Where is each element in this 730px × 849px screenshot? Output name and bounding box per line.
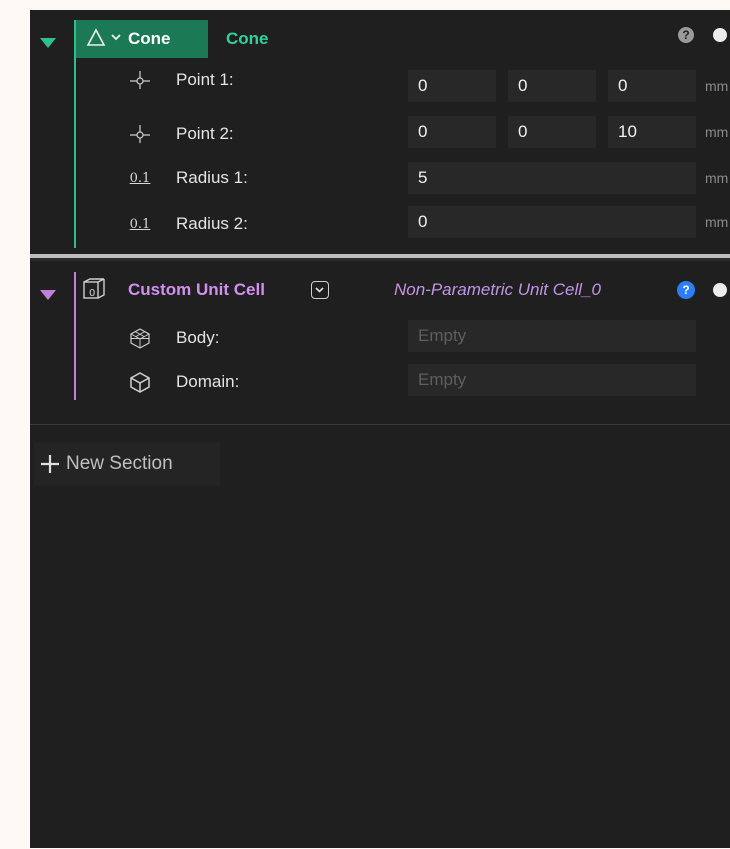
help-icon[interactable]: ? <box>678 27 694 43</box>
point-1-unit: mm <box>705 78 729 94</box>
unit-cell-type-label: Custom Unit Cell <box>128 280 265 299</box>
radius-1-label: Radius 1: <box>176 168 248 187</box>
point-2-z-field[interactable]: 10 <box>608 116 696 148</box>
expand-toggle-icon[interactable] <box>40 38 56 48</box>
decimal-icon: 0.1 <box>129 216 151 232</box>
expand-toggle-icon[interactable] <box>40 290 56 300</box>
decimal-icon: 0.1 <box>129 170 151 186</box>
cone-type-tag[interactable]: Cone <box>76 20 208 58</box>
unit-cell-header: 0 Custom Unit Cell Non-Parametric Unit C… <box>30 276 730 316</box>
point-2-unit: mm <box>705 124 729 140</box>
cone-header: Cone Cone ? <box>30 20 730 64</box>
help-icon[interactable]: ? <box>677 281 695 299</box>
status-dot-icon[interactable] <box>713 28 727 42</box>
chevron-down-icon[interactable] <box>110 30 122 48</box>
status-dot-icon[interactable] <box>713 283 727 297</box>
radius-1-field[interactable]: 5 <box>408 162 696 194</box>
point-1-z-field[interactable]: 0 <box>608 70 696 102</box>
radius-2-unit: mm <box>705 214 729 230</box>
body-mesh-icon <box>128 326 152 350</box>
section-bottom-divider <box>30 424 730 425</box>
cone-name[interactable]: Cone <box>226 20 269 58</box>
point-2-x-field[interactable]: 0 <box>408 116 496 148</box>
radius-2-label: Radius 2: <box>176 214 248 233</box>
domain-label: Domain: <box>176 372 240 391</box>
section-divider-shadow <box>30 258 730 261</box>
cone-type-label: Cone <box>128 29 171 48</box>
new-section-button[interactable]: New Section <box>34 442 220 486</box>
point-1-y-field[interactable]: 0 <box>508 70 596 102</box>
chevron-down-icon[interactable] <box>311 281 329 299</box>
body-field[interactable]: Empty <box>408 320 696 352</box>
point-2-y-field[interactable]: 0 <box>508 116 596 148</box>
svg-text:0: 0 <box>89 288 95 299</box>
unit-cell-icon: 0 <box>82 278 106 307</box>
point-1-label: Point 1: <box>176 70 234 89</box>
unit-cell-name[interactable]: Non-Parametric Unit Cell_0 <box>394 276 601 304</box>
domain-field[interactable]: Empty <box>408 364 696 396</box>
plus-icon <box>40 454 60 479</box>
new-section-label: New Section <box>66 453 173 474</box>
body-label: Body: <box>176 328 220 347</box>
domain-cube-icon <box>128 370 152 394</box>
point-1-x-field[interactable]: 0 <box>408 70 496 102</box>
point-icon <box>128 68 152 92</box>
point-2-label: Point 2: <box>176 124 234 143</box>
radius-1-unit: mm <box>705 170 729 186</box>
point-icon <box>128 122 152 146</box>
radius-2-field[interactable]: 0 <box>408 206 696 238</box>
triangle-outline-icon <box>86 28 106 53</box>
workflow-panel: Cone Cone ? Point 1: 0 0 0 mm Point 2: 0… <box>30 10 730 848</box>
